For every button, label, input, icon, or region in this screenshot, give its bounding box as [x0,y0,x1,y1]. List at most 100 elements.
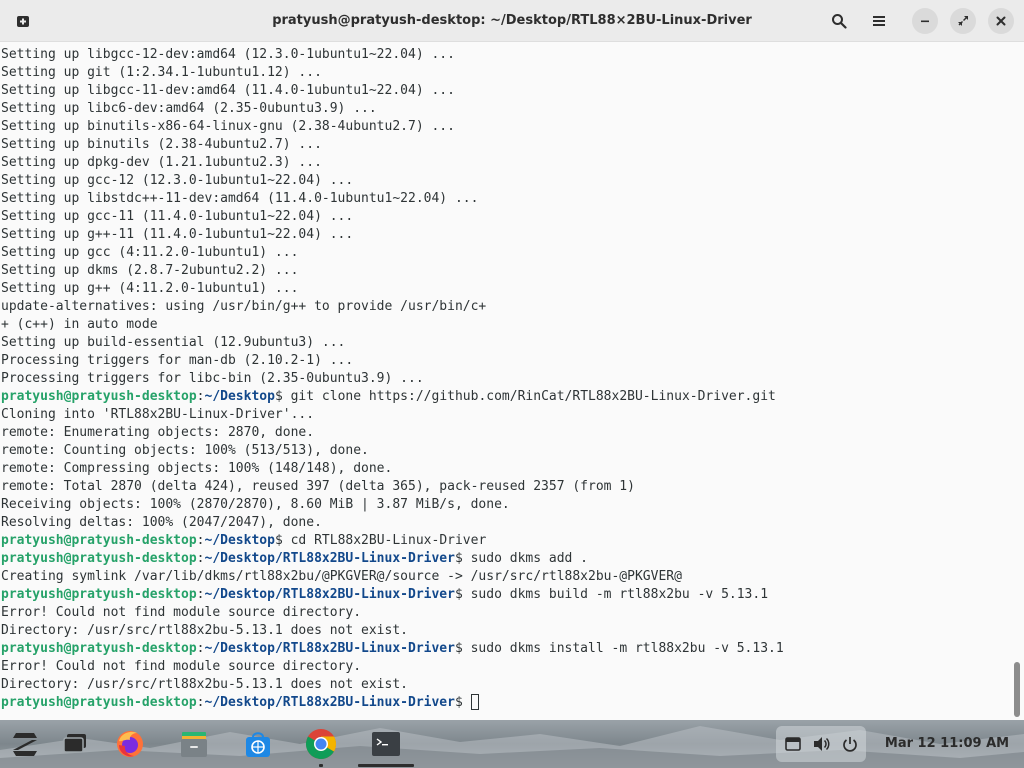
prompt-line: pratyush@pratyush-desktop:~/Desktop/RTL8… [1,587,769,602]
scrollbar-track[interactable] [1010,42,1024,720]
output-line: Error! Could not find module source dire… [1,658,784,676]
output-line: Setting up dkms (2.8.7-2ubuntu2.2) ... [1,262,784,280]
close-button[interactable] [988,8,1014,34]
output-text: Receiving objects: 100% (2870/2870), 8.6… [1,497,510,512]
output-text: Setting up libstdc++-11-dev:amd64 (11.4.… [1,191,479,206]
output-text: Setting up g++ (4:11.2.0-1ubuntu1) ... [1,281,299,296]
output-line: Receiving objects: 100% (2870/2870), 8.6… [1,496,784,514]
output-line: Setting up dpkg-dev (1.21.1ubuntu2.3) ..… [1,154,784,172]
output-text: Setting up gcc (4:11.2.0-1ubuntu1) ... [1,245,299,260]
output-line: Resolving deltas: 100% (2047/2047), done… [1,514,784,532]
prompt-user: pratyush@pratyush-desktop [1,389,197,404]
output-text: Setting up build-essential (12.9ubuntu3)… [1,335,346,350]
output-line: Setting up libstdc++-11-dev:amd64 (11.4.… [1,190,784,208]
output-text: Setting up binutils (2.38-4ubuntu2.7) ..… [1,137,322,152]
new-tab-button[interactable] [10,8,36,34]
output-line: Setting up libc6-dev:amd64 (2.35-0ubuntu… [1,100,784,118]
zorin-menu-icon [13,733,37,756]
firefox-launcher[interactable] [114,728,146,760]
output-text: Setting up dpkg-dev (1.21.1ubuntu2.3) ..… [1,155,322,170]
terminal-output[interactable]: Setting up libgcc-12-dev:amd64 (12.3.0-1… [0,42,1010,720]
mountain-wallpaper [0,726,1024,768]
restore-button[interactable] [950,8,976,34]
output-line: Creating symlink /var/lib/dkms/rtl88x2bu… [1,568,784,586]
output-line: update-alternatives: using /usr/bin/g++ … [1,298,784,316]
output-line: Setting up g++-11 (11.4.0-1ubuntu1~22.04… [1,226,784,244]
output-line: Setting up g++ (4:11.2.0-1ubuntu1) ... [1,280,784,298]
output-line: remote: Compressing objects: 100% (148/1… [1,460,784,478]
output-text: Cloning into 'RTL88x2BU-Linux-Driver'... [1,407,315,422]
screen-tray-button[interactable] [778,728,808,760]
output-line: Directory: /usr/src/rtl88x2bu-5.13.1 doe… [1,622,784,640]
zorin-menu-button[interactable] [9,728,41,760]
workspaces-icon [63,734,86,753]
output-text: remote: Compressing objects: 100% (148/1… [1,461,393,476]
titlebar: pratyush@pratyush-desktop: ~/Desktop/RTL… [0,0,1024,42]
prompt-line: pratyush@pratyush-desktop:~/Desktop/RTL8… [1,641,784,656]
output-line: Setting up gcc-11 (11.4.0-1ubuntu1~22.04… [1,208,784,226]
output-text: Error! Could not find module source dire… [1,659,362,674]
output-line: Processing triggers for libc-bin (2.35-0… [1,370,784,388]
taskbar-wallpaper [0,720,1024,768]
output-text: Setting up gcc-11 (11.4.0-1ubuntu1~22.04… [1,209,354,224]
command-text: sudo dkms build -m rtl88x2bu -v 5.13.1 [470,587,769,602]
output-text: Setting up libc6-dev:amd64 (2.35-0ubuntu… [1,101,377,116]
output-text: + (c++) in auto mode [1,317,158,332]
output-line: Directory: /usr/src/rtl88x2bu-5.13.1 doe… [1,676,784,694]
prompt-user: pratyush@pratyush-desktop [1,533,197,548]
output-text: Setting up libgcc-12-dev:amd64 (12.3.0-1… [1,47,455,62]
minimize-button[interactable] [912,8,938,34]
firefox-icon [117,731,143,757]
restore-icon [958,16,968,26]
terminal-launcher[interactable] [370,728,402,760]
prompt-line: pratyush@pratyush-desktop:~/Desktop/RTL8… [1,694,784,712]
output-line: Setting up libgcc-12-dev:amd64 (12.3.0-1… [1,46,784,64]
prompt-path: ~/Desktop/RTL88x2BU-Linux-Driver [204,695,455,710]
output-line: + (c++) in auto mode [1,316,784,334]
prompt-line: pratyush@pratyush-desktop:~/Desktop$ cd … [1,533,487,548]
output-line: Setting up git (1:2.34.1-1ubuntu1.12) ..… [1,64,784,82]
workspaces-button[interactable] [59,728,91,760]
output-text: update-alternatives: using /usr/bin/g++ … [1,299,487,314]
output-text: Setting up libgcc-11-dev:amd64 (11.4.0-1… [1,83,455,98]
new-tab-icon [17,16,29,27]
prompt-path: ~/Desktop/RTL88x2BU-Linux-Driver [204,551,455,566]
command-text: sudo dkms install -m rtl88x2bu -v 5.13.1 [470,641,784,656]
chrome-launcher[interactable] [305,728,337,760]
command-text: git clone https://github.com/RinCat/RTL8… [290,389,776,404]
text-cursor [470,694,479,710]
output-line: remote: Enumerating objects: 2870, done. [1,424,784,442]
search-button[interactable] [826,8,852,34]
terminal-icon [372,732,400,756]
menu-button[interactable] [866,8,892,34]
output-line: Processing triggers for man-db (2.10.2-1… [1,352,784,370]
hamburger-menu-icon [873,16,885,26]
clock[interactable]: Mar 12 11:09 AM [882,720,1012,768]
software-store-launcher[interactable] [242,728,274,760]
prompt-user: pratyush@pratyush-desktop [1,641,197,656]
power-tray-button[interactable] [835,728,865,760]
output-line: Setting up gcc (4:11.2.0-1ubuntu1) ... [1,244,784,262]
files-icon [181,732,207,757]
output-line: Setting up gcc-12 (12.3.0-1ubuntu1~22.04… [1,172,784,190]
output-text: Directory: /usr/src/rtl88x2bu-5.13.1 doe… [1,623,408,638]
prompt-path: ~/Desktop [204,533,275,548]
output-text: Setting up gcc-12 (12.3.0-1ubuntu1~22.04… [1,173,354,188]
volume-tray-button[interactable] [807,728,837,760]
files-launcher[interactable] [178,728,210,760]
output-text: remote: Total 2870 (delta 424), reused 3… [1,479,635,494]
output-text: Setting up dkms (2.8.7-2ubuntu2.2) ... [1,263,299,278]
scrollbar-thumb[interactable] [1014,662,1020,717]
prompt-user: pratyush@pratyush-desktop [1,587,197,602]
search-icon [832,14,847,29]
volume-icon [814,737,830,751]
taskbar [0,720,1024,768]
output-line: Setting up libgcc-11-dev:amd64 (11.4.0-1… [1,82,784,100]
output-text: Processing triggers for man-db (2.10.2-1… [1,353,354,368]
output-text: Setting up git (1:2.34.1-1ubuntu1.12) ..… [1,65,322,80]
terminal-window: pratyush@pratyush-desktop: ~/Desktop/RTL… [0,0,1024,720]
prompt-path: ~/Desktop/RTL88x2BU-Linux-Driver [204,641,455,656]
output-line: Error! Could not find module source dire… [1,604,784,622]
output-text: Setting up binutils-x86-64-linux-gnu (2.… [1,119,455,134]
screen-icon [785,737,801,751]
